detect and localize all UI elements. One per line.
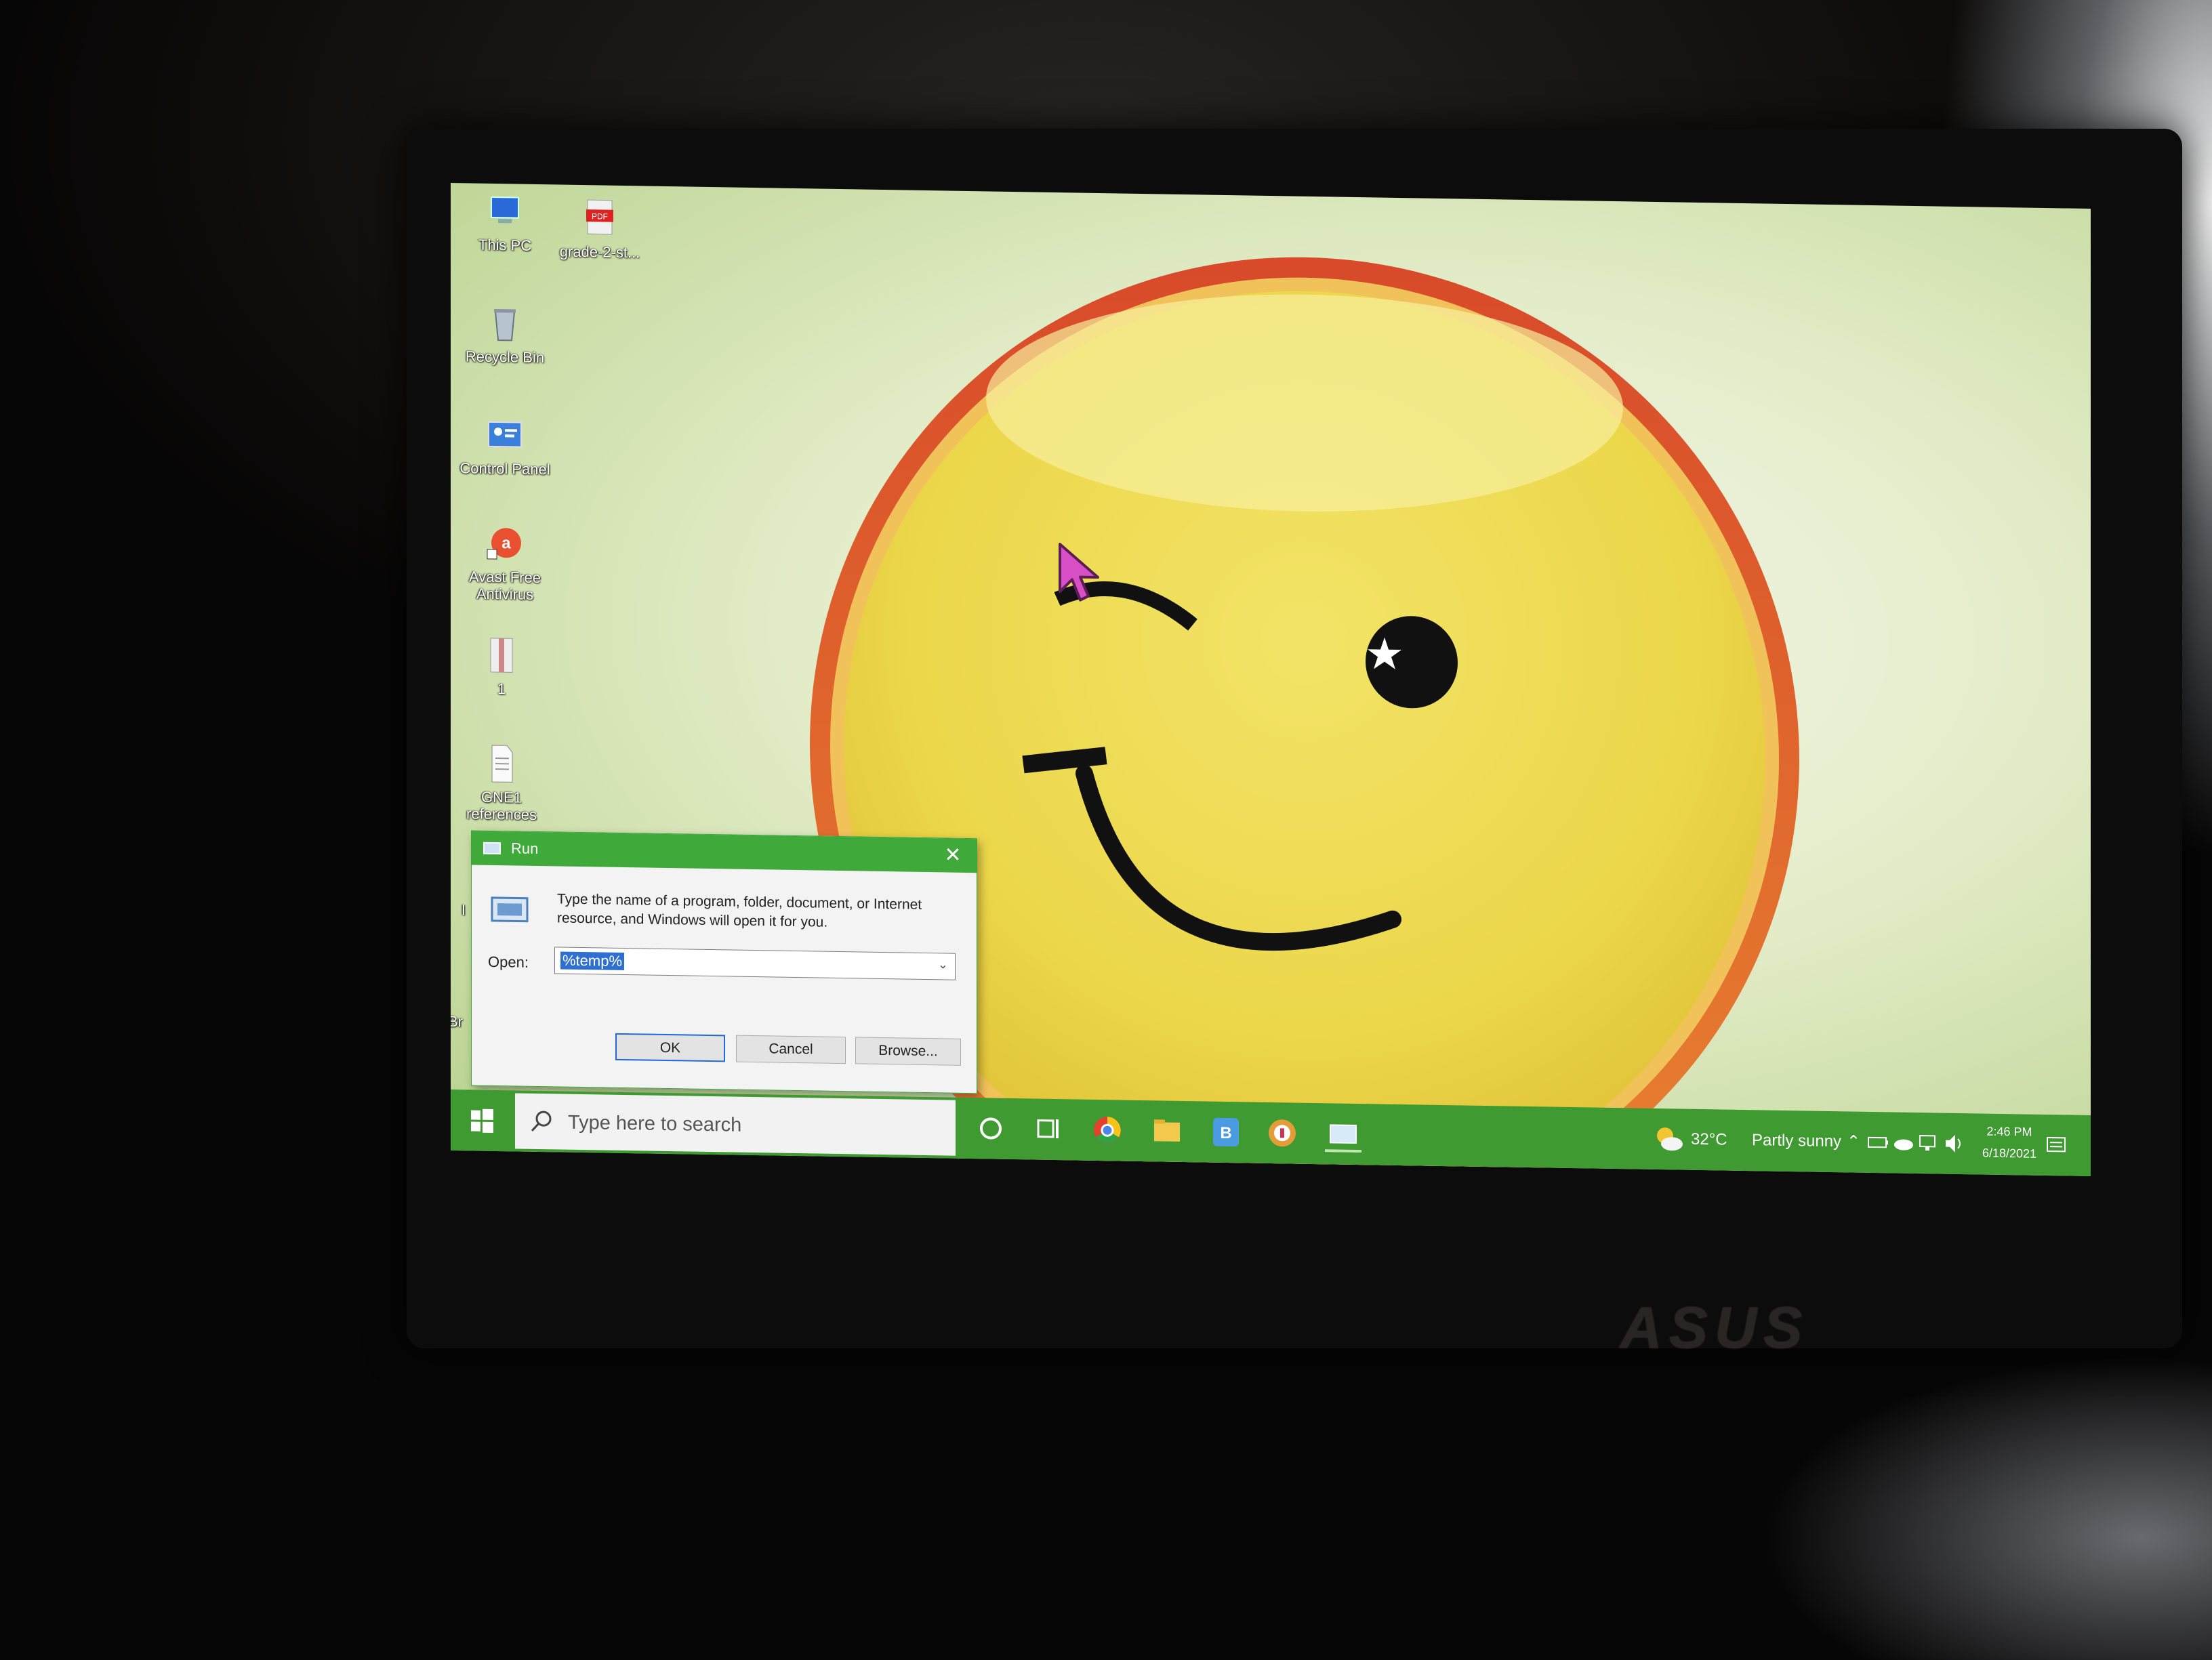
control-panel-icon [488, 421, 522, 448]
svg-text:B: B [1220, 1124, 1231, 1142]
document-icon [491, 745, 513, 783]
chevron-down-icon[interactable]: ⌄ [938, 957, 948, 972]
run-dialog: Run ✕ Type the name of a program, folder… [471, 830, 977, 1094]
network-icon[interactable] [1916, 1125, 1940, 1162]
weather-condition[interactable]: Partly sunny [1752, 1110, 1841, 1172]
mouse-cursor-icon [1059, 543, 1099, 602]
open-label: Open: [488, 953, 529, 971]
bitcoin-app-icon[interactable]: B [1208, 1114, 1244, 1151]
run-description: Type the name of a program, folder, docu… [557, 891, 922, 930]
archive-icon [490, 638, 513, 673]
clock-time: 2:46 PM [1986, 1124, 2032, 1139]
volume-icon[interactable] [1942, 1125, 1966, 1163]
open-input[interactable]: %temp% ⌄ [554, 947, 956, 980]
desktop-icon-recycle-bin[interactable]: Recycle Bin [454, 302, 556, 366]
desktop-icon-partial-2[interactable]: Br [451, 1012, 463, 1030]
weather-temp[interactable]: 32°C [1691, 1109, 1727, 1171]
battery-icon[interactable] [1866, 1124, 1890, 1161]
windows-start-icon[interactable] [451, 1090, 513, 1151]
desktop-icon-control-panel[interactable]: Control Panel [454, 413, 556, 478]
chevron-up-icon[interactable]: ⌃ [1847, 1111, 1860, 1172]
open-input-value: %temp% [560, 951, 625, 971]
search-icon [531, 1111, 552, 1132]
task-view-icon[interactable] [1030, 1111, 1067, 1148]
vpn-app-icon[interactable] [1264, 1115, 1300, 1152]
search-placeholder: Type here to search [568, 1111, 742, 1136]
monitor-brand-logo: ASUS [1620, 1295, 1809, 1361]
recycle-bin-icon [494, 309, 516, 341]
browse-button[interactable]: Browse... [855, 1037, 961, 1066]
cloud-sync-icon[interactable] [1891, 1124, 1916, 1161]
computer-icon [491, 196, 519, 224]
desktop-screen: This PC PDF grade-2-st... Recycle Bin Co… [451, 183, 2091, 1177]
desktop-icon-this-pc[interactable]: This PC [454, 190, 556, 254]
run-title-bar[interactable]: Run ✕ [472, 831, 977, 873]
ok-button[interactable]: OK [615, 1033, 725, 1062]
desktop-icon-pdf[interactable]: PDF grade-2-st... [549, 196, 651, 261]
notification-icon[interactable] [2043, 1127, 2070, 1164]
desktop-icon-archive[interactable]: 1 [451, 634, 552, 698]
close-icon[interactable]: ✕ [936, 838, 970, 873]
pdf-icon: PDF [586, 199, 613, 235]
chrome-icon[interactable] [1089, 1112, 1126, 1149]
cortana-icon[interactable] [972, 1110, 1009, 1147]
run-taskbar-icon[interactable] [1325, 1115, 1361, 1153]
svg-text:PDF: PDF [592, 211, 608, 221]
file-explorer-icon[interactable] [1149, 1113, 1185, 1150]
run-icon [483, 842, 501, 855]
desktop-icon-partial[interactable]: I [451, 900, 466, 918]
desktop-icon-document[interactable]: GNE1 references [451, 742, 552, 823]
svg-text:a: a [501, 534, 511, 552]
search-box[interactable]: Type here to search [515, 1093, 956, 1156]
avast-icon: a [487, 528, 521, 560]
run-title: Run [511, 839, 539, 858]
light-reflection [1762, 1355, 2212, 1660]
system-clock[interactable]: 2:46 PM 6/18/2021 [1969, 1120, 2050, 1165]
weather-partly-sunny-icon [1657, 1127, 1683, 1151]
clock-date: 6/18/2021 [1982, 1146, 2037, 1161]
run-program-icon [491, 896, 529, 923]
cancel-button[interactable]: Cancel [736, 1035, 846, 1064]
desktop-icon-avast[interactable]: a Avast Free Antivirus [454, 522, 556, 603]
